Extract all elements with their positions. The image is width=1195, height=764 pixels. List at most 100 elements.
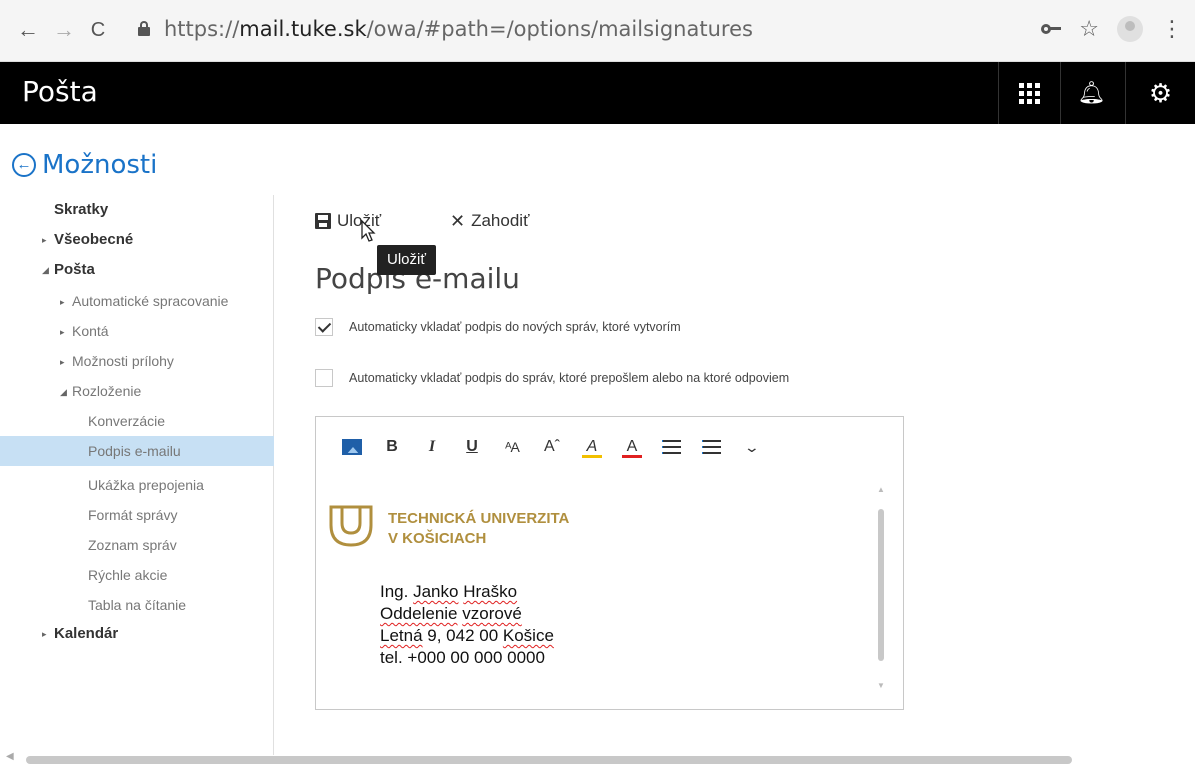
sidebar-item-label: Rýchle akcie xyxy=(88,567,168,583)
sidebar-item-accounts[interactable]: ▸ Kontá xyxy=(0,323,274,339)
underline-button[interactable]: U xyxy=(452,433,492,461)
discard-button[interactable]: ✕ Zahodiť xyxy=(450,208,529,234)
sidebar-item-reading-pane[interactable]: Tabla na čítanie xyxy=(0,597,274,613)
sidebar-item-attachment-options[interactable]: ▸ Možnosti prílohy xyxy=(0,353,274,369)
image-icon xyxy=(342,439,362,455)
bookmark-star-icon[interactable]: ☆ xyxy=(1079,18,1099,40)
sidebar-item-label: Pošta xyxy=(54,261,95,278)
scroll-down-arrow-icon[interactable]: ▼ xyxy=(876,681,886,691)
font-size-button[interactable]: ᴬA xyxy=(492,433,532,461)
address-bar[interactable]: https://mail.tuke.sk/owa/#path=/options/… xyxy=(164,17,753,41)
sidebar-item-label: Formát správy xyxy=(88,507,178,523)
bell-icon: 🔔︎ xyxy=(1077,80,1106,105)
sidebar-item-mail[interactable]: ◢ Pošta xyxy=(0,261,274,278)
insert-image-button[interactable] xyxy=(332,433,372,461)
bullet-list-icon xyxy=(662,440,681,454)
options-back-link[interactable]: ← Možnosti xyxy=(12,150,157,180)
lock-icon[interactable] xyxy=(138,21,150,37)
browser-toolbar: ← → C https://mail.tuke.sk/owa/#path=/op… xyxy=(0,0,1195,62)
sidebar-item-conversations[interactable]: Konverzácie xyxy=(0,413,274,429)
collapse-triangle-icon: ◢ xyxy=(60,386,67,397)
signature-text[interactable]: Ing. Janko Hraško Oddelenie vzorové Letn… xyxy=(380,581,554,669)
signature-editor[interactable]: B I U ᴬA Aˆ A A ⌄ ▲ ▼ TECHNICKÁ UNIVERZI… xyxy=(315,416,904,710)
app-title: Pošta xyxy=(22,75,98,108)
sidebar-item-label: Tabla na čítanie xyxy=(88,597,187,613)
expand-triangle-icon: ▸ xyxy=(42,628,47,639)
url-path: /owa/#path=/options/mailsignatures xyxy=(366,17,753,41)
logo-line-1: TECHNICKÁ UNIVERZITA xyxy=(388,510,570,527)
back-arrow-icon[interactable]: ← xyxy=(16,18,40,42)
sidebar-item-quick-actions[interactable]: Rýchle akcie xyxy=(0,567,274,583)
signature-name: Ing. Janko Hraško xyxy=(380,582,518,601)
mouse-pointer-icon xyxy=(361,220,376,242)
signature-phone: tel. +000 00 000 0000 xyxy=(380,648,545,667)
options-sidebar: Skratky ▸ Všeobecné ◢ Pošta ▸ Automatické s… xyxy=(0,195,274,755)
settings-button[interactable]: ⚙ xyxy=(1125,62,1195,124)
sidebar-item-calendar[interactable]: ▸ Kalendár xyxy=(0,625,274,642)
sidebar-item-layout[interactable]: ◢ Rozloženie xyxy=(0,383,274,399)
sidebar-item-label: Konverzácie xyxy=(88,413,166,429)
highlighter-icon: A xyxy=(586,438,598,455)
expand-triangle-icon: ▸ xyxy=(60,326,65,337)
scroll-thumb[interactable] xyxy=(878,509,884,661)
sidebar-item-label: Rozloženie xyxy=(72,383,142,399)
bullet-list-button[interactable] xyxy=(652,433,692,461)
sidebar-item-label: Ukážka prepojenia xyxy=(88,477,204,493)
font-color-icon: A xyxy=(626,438,638,455)
scroll-up-arrow-icon[interactable]: ▲ xyxy=(876,485,886,495)
options-title: Možnosti xyxy=(42,150,158,180)
italic-button[interactable]: I xyxy=(412,433,452,461)
browser-menu-icon[interactable]: ⋮ xyxy=(1161,18,1183,40)
auto-insert-reply-checkbox[interactable] xyxy=(315,369,333,387)
reload-icon[interactable]: C xyxy=(86,18,110,42)
logo-line-2: V KOŠICIACH xyxy=(388,530,487,547)
sidebar-item-message-list[interactable]: Zoznam správ xyxy=(0,537,274,553)
horizontal-scrollbar[interactable] xyxy=(26,756,1072,764)
app-header: Pošta 🔔︎ ⚙ xyxy=(0,62,1195,124)
discard-label: Zahodiť xyxy=(471,211,530,230)
back-circle-icon: ← xyxy=(12,153,36,177)
sidebar-item-email-signature[interactable]: Podpis e-mailu xyxy=(0,436,274,466)
university-logo xyxy=(329,505,373,547)
floppy-disk-icon xyxy=(315,213,331,229)
save-tooltip: Uložiť xyxy=(377,245,436,275)
close-icon: ✕ xyxy=(450,210,466,231)
key-icon[interactable] xyxy=(1041,23,1062,35)
formatting-toolbar: B I U ᴬA Aˆ A A ⌄ xyxy=(332,433,772,461)
grow-font-button[interactable]: Aˆ xyxy=(532,433,572,461)
sidebar-item-label: Podpis e-mailu xyxy=(88,443,181,459)
sidebar-item-label: Všeobecné xyxy=(54,231,134,248)
waffle-icon xyxy=(1019,82,1040,104)
sidebar-item-automatic-processing[interactable]: ▸ Automatické spracovanie xyxy=(0,293,274,309)
url-host: mail.tuke.sk xyxy=(239,17,367,41)
editor-scrollbar[interactable]: ▲ ▼ xyxy=(876,485,886,695)
more-formatting-button[interactable]: ⌄ xyxy=(732,433,772,461)
notifications-button[interactable]: 🔔︎ xyxy=(1060,62,1122,124)
app-launcher-button[interactable] xyxy=(998,62,1060,124)
sidebar-item-label: Kalendár xyxy=(54,625,119,642)
collapse-triangle-icon: ◢ xyxy=(42,264,49,275)
auto-insert-new-checkbox[interactable] xyxy=(315,318,333,336)
auto-insert-new-label: Automaticky vkladať podpis do nových spr… xyxy=(349,320,681,334)
highlight-button[interactable]: A xyxy=(572,433,612,461)
university-logo-text: TECHNICKÁ UNIVERZITA V KOŠICIACH xyxy=(388,509,569,549)
auto-insert-reply-label: Automaticky vkladať podpis do správ, kto… xyxy=(349,371,790,385)
profile-avatar-icon[interactable] xyxy=(1117,16,1143,42)
bold-button[interactable]: B xyxy=(372,433,412,461)
forward-arrow-icon[interactable]: → xyxy=(52,18,76,42)
sidebar-item-link-preview[interactable]: Ukážka prepojenia xyxy=(0,477,274,493)
sidebar-item-general[interactable]: ▸ Všeobecné xyxy=(0,231,274,248)
scroll-left-arrow-icon[interactable]: ◀ xyxy=(6,751,14,762)
sidebar-item-message-format[interactable]: Formát správy xyxy=(0,507,274,523)
gear-icon: ⚙ xyxy=(1148,77,1173,108)
signature-department: Oddelenie vzorové xyxy=(380,604,522,623)
sidebar-item-label: Skratky xyxy=(54,201,109,218)
highlight-color-bar xyxy=(582,455,602,458)
auto-insert-reply-checkbox-row[interactable]: Automaticky vkladať podpis do správ, kto… xyxy=(315,369,789,387)
font-color-button[interactable]: A xyxy=(612,433,652,461)
numbered-list-button[interactable] xyxy=(692,433,732,461)
auto-insert-new-checkbox-row[interactable]: Automaticky vkladať podpis do nových spr… xyxy=(315,318,681,336)
sidebar-item-shortcuts[interactable]: Skratky xyxy=(0,201,274,218)
expand-triangle-icon: ▸ xyxy=(42,234,47,245)
sidebar-item-label: Zoznam správ xyxy=(88,537,177,553)
